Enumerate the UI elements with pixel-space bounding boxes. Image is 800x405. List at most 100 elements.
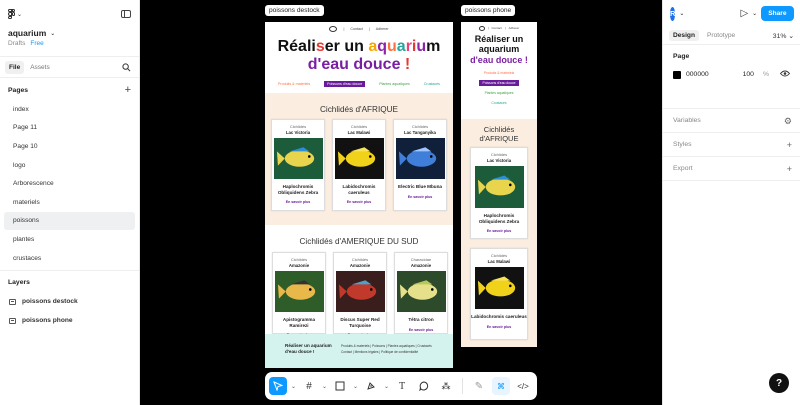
card-more-link[interactable]: En savoir plus bbox=[272, 200, 324, 204]
site-logo-icon bbox=[478, 25, 485, 31]
tab-design[interactable]: Design bbox=[669, 30, 699, 41]
add-export-icon[interactable]: + bbox=[787, 164, 792, 174]
styles-section[interactable]: Styles + bbox=[663, 133, 800, 157]
page-item[interactable]: Page 10 bbox=[4, 137, 135, 156]
card-more-link[interactable]: En savoir plus bbox=[471, 325, 527, 329]
fish-card[interactable]: Cichlidés Lac Victoria Haplochromis Obliqu… bbox=[271, 119, 325, 211]
dev-mode-icon[interactable]: </> bbox=[514, 377, 532, 395]
card-region: Lac Malawi bbox=[347, 130, 371, 135]
card-more-link[interactable]: En savoir plus bbox=[394, 195, 446, 199]
frame-label-phone[interactable]: poissons phone bbox=[461, 5, 516, 16]
cat-materiels[interactable]: Produits & materiels bbox=[278, 82, 310, 86]
team-label[interactable]: Drafts bbox=[8, 40, 25, 47]
cat-crustaces[interactable]: Crustacés bbox=[424, 82, 440, 86]
chevron-down-icon: ⌄ bbox=[17, 11, 23, 18]
nav-contact[interactable]: Contact bbox=[350, 27, 362, 31]
move-tool-icon[interactable] bbox=[269, 377, 287, 395]
comment-tool-icon[interactable] bbox=[415, 377, 433, 395]
left-topbar: ⌄ bbox=[0, 0, 139, 28]
card-more-link[interactable]: En savoir plus bbox=[395, 328, 447, 332]
variables-section[interactable]: Variables ⚙ bbox=[663, 109, 800, 133]
avatar[interactable]: R bbox=[670, 6, 676, 21]
page-item[interactable]: plantes bbox=[4, 230, 135, 249]
tab-assets[interactable]: Assets bbox=[26, 61, 54, 74]
chevron-down-icon[interactable]: ⌄ bbox=[353, 383, 358, 390]
eye-icon[interactable] bbox=[779, 70, 791, 79]
page-item[interactable]: crustaces bbox=[4, 249, 135, 268]
opacity-input[interactable]: 100 bbox=[743, 71, 754, 78]
left-sidebar: ⌄ aquarium ⌄ Drafts Free File Assets Pag… bbox=[0, 0, 140, 405]
cat-plantes[interactable]: Plantes aquatiques bbox=[379, 82, 410, 86]
design-mode-icon[interactable]: ⌘ bbox=[492, 377, 510, 395]
pen-tool-icon[interactable] bbox=[362, 377, 380, 395]
fish-card[interactable]: Cichlidés Lac Malawi Labidochromis caerule… bbox=[470, 248, 528, 340]
chevron-down-icon[interactable]: ⌄ bbox=[322, 383, 327, 390]
chevron-down-icon[interactable]: ⌄ bbox=[679, 10, 684, 17]
export-section[interactable]: Export + bbox=[663, 157, 800, 181]
tab-prototype[interactable]: Prototype bbox=[703, 30, 739, 41]
add-style-icon[interactable]: + bbox=[787, 140, 792, 150]
tab-file[interactable]: File bbox=[5, 60, 25, 74]
chevron-down-icon[interactable]: ⌄ bbox=[384, 383, 389, 390]
nav-adherer[interactable]: Adherer bbox=[376, 27, 389, 31]
card-family: Cichlidés bbox=[351, 257, 369, 262]
section-title: Cichlidés d'AMERIQUE DU SUD bbox=[299, 237, 419, 246]
page-color-row[interactable]: 000000 100 % bbox=[673, 70, 791, 79]
sidebar-toggle-icon[interactable] bbox=[121, 10, 131, 18]
frame-poissons-destock[interactable]: | Contact | Adherer Réaliser un aquarium… bbox=[265, 22, 453, 368]
card-region: Amazonie bbox=[349, 263, 371, 268]
color-swatch[interactable] bbox=[673, 70, 681, 79]
fish-card[interactable]: Characidae Amazonie Tétra citron En savoir … bbox=[394, 252, 448, 334]
page-item[interactable]: poissons bbox=[4, 211, 135, 231]
footer-links: Produits & materiels | Poissons | Plante… bbox=[341, 344, 432, 354]
page-item[interactable]: logo bbox=[4, 156, 135, 175]
text-tool-icon[interactable]: T bbox=[393, 377, 411, 395]
project-title[interactable]: aquarium ⌄ bbox=[0, 28, 139, 38]
card-more-link[interactable]: En savoir plus bbox=[333, 200, 385, 204]
add-page-icon[interactable]: + bbox=[125, 84, 131, 96]
fish-card[interactable]: Cichlidés Amazonie Discus Super Red Turquo… bbox=[333, 252, 387, 337]
draw-mode-icon[interactable]: ✎ bbox=[470, 377, 488, 395]
page-item[interactable]: index bbox=[4, 100, 135, 119]
canvas[interactable]: poissons destock | Contact | Adherer Réa… bbox=[141, 0, 661, 405]
zoom-dropdown[interactable]: 31% ⌄ bbox=[773, 32, 794, 40]
main-menu-button[interactable]: ⌄ bbox=[8, 9, 22, 19]
layer-item[interactable]: poissons destock bbox=[0, 292, 139, 311]
frame-label-desktop[interactable]: poissons destock bbox=[265, 5, 324, 16]
page-item[interactable]: Page 11 bbox=[4, 119, 135, 138]
fish-card[interactable]: CichlidésAmazonieApistogramma RamireziEn… bbox=[272, 252, 326, 337]
fish-card[interactable]: Cichlidés Lac Malawi Labidochromis caerule… bbox=[332, 119, 386, 211]
card-more-link[interactable]: En savoir plus bbox=[471, 229, 527, 233]
chevron-down-icon[interactable]: ⌄ bbox=[752, 10, 757, 17]
card-fish-name: Labidochromis caeruleus bbox=[342, 184, 376, 195]
fish-card[interactable]: Cichlidés Lac Victoria Haplochromis Obliqu… bbox=[470, 147, 528, 239]
plan-badge[interactable]: Free bbox=[30, 40, 43, 47]
present-icon[interactable]: ▷ bbox=[740, 8, 748, 19]
actions-tool-icon[interactable]: ⁂ bbox=[437, 377, 455, 395]
nav-contact[interactable]: Contact bbox=[491, 26, 501, 30]
fish-card[interactable]: Cichlidés Lac Tanganyika Electric Blue Mbu… bbox=[393, 119, 447, 211]
frame-poissons-phone[interactable]: | Contact | Adherer Réaliser un aquarium… bbox=[461, 22, 537, 347]
chevron-down-icon[interactable]: ⌄ bbox=[291, 383, 296, 390]
frame-tool-icon[interactable]: # bbox=[300, 377, 318, 395]
page-item[interactable]: Arborescence bbox=[4, 174, 135, 193]
category-nav: Produits & materiels Poissons d'eau douc… bbox=[265, 80, 453, 87]
fish-photo bbox=[474, 267, 524, 309]
rectangle-tool-icon[interactable] bbox=[331, 377, 349, 395]
variables-icon[interactable]: ⚙ bbox=[784, 116, 792, 127]
section-title: Cichlidés d'AFRIQUE bbox=[319, 105, 398, 114]
card-region: Lac Victoria bbox=[285, 130, 311, 135]
cat-poissons[interactable]: Poissons d'eau douce bbox=[324, 80, 366, 87]
layer-item[interactable]: poissons phone bbox=[0, 311, 139, 330]
share-button[interactable]: Share bbox=[761, 6, 794, 21]
card-fish-name: Apistogramma Ramirezi bbox=[282, 317, 316, 328]
site-logo-icon bbox=[329, 26, 338, 32]
site-nav: | Contact | Adherer bbox=[265, 22, 453, 36]
nav-adherer[interactable]: Adherer bbox=[509, 26, 520, 30]
page-item[interactable]: materiels bbox=[4, 193, 135, 212]
fish-photo bbox=[334, 138, 384, 179]
bottom-toolbar: ⌄ # ⌄ ⌄ ⌄ T ⁂ ✎ ⌘ </> bbox=[265, 372, 537, 400]
color-hex-input[interactable]: 000000 bbox=[686, 71, 709, 78]
search-icon[interactable] bbox=[122, 63, 131, 74]
help-button[interactable]: ? bbox=[769, 373, 789, 393]
